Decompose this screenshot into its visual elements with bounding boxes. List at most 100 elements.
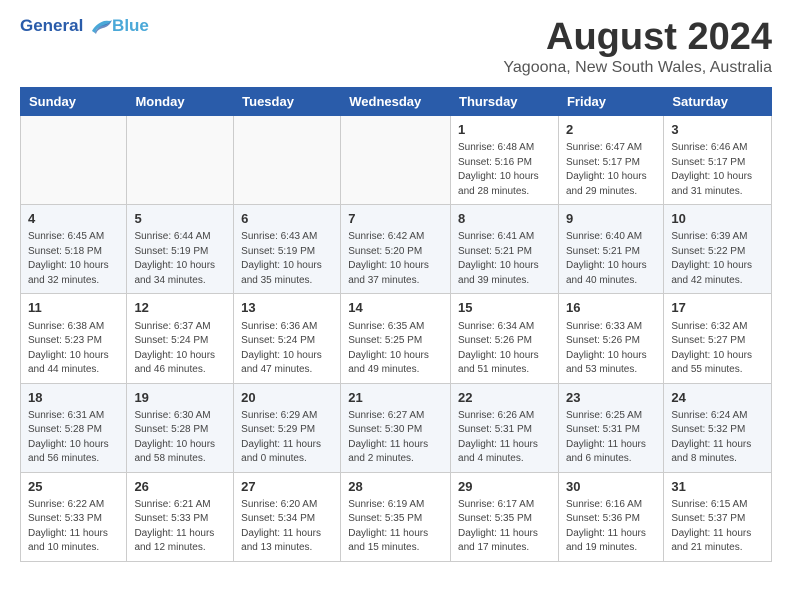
day-info: Sunrise: 6:24 AM Sunset: 5:32 PM Dayligh… [671, 409, 764, 467]
title-section: August 2024 Yagoona, New South Wales, Au… [503, 16, 772, 77]
day-number: 11 [28, 299, 119, 317]
day-number: 18 [28, 389, 119, 407]
calendar-cell: 9Sunrise: 6:40 AM Sunset: 5:21 PM Daylig… [558, 205, 663, 294]
calendar-cell [234, 116, 341, 205]
calendar-cell: 16 Sunrise: 6:33 AM Sunset: 5:26 PM Dayli… [558, 294, 663, 383]
day-number: 28 [348, 478, 443, 496]
day-info: Sunrise: 6:37 AM Sunset: 5:24 PM Dayligh… [134, 320, 226, 378]
logo-blue: Blue [112, 16, 149, 35]
day-number: 16 [566, 299, 656, 317]
day-info: Sunrise: 6:20 AM Sunset: 5:34 PM Dayligh… [241, 498, 333, 556]
day-number: 15 [458, 299, 551, 317]
day-info: Sunrise: 6:27 AM Sunset: 5:30 PM Dayligh… [348, 409, 443, 467]
day-number: 8 [458, 210, 551, 228]
day-number: 24 [671, 389, 764, 407]
day-info: Sunrise: 6:38 AM Sunset: 5:23 PM Dayligh… [28, 320, 119, 378]
day-info: Sunrise: 6:35 AM Sunset: 5:25 PM Dayligh… [348, 320, 443, 378]
day-info: Sunrise: 6:30 AM Sunset: 5:28 PM Dayligh… [134, 409, 226, 467]
day-info: Sunrise: 6:34 AM Sunset: 5:26 PM Dayligh… [458, 320, 551, 378]
day-info: Sunrise: 6:46 AM Sunset: 5:17 PM Dayligh… [671, 141, 764, 199]
day-number: 29 [458, 478, 551, 496]
day-info: Sunrise: 6:16 AM Sunset: 5:36 PM Dayligh… [566, 498, 656, 556]
day-info: Sunrise: 6:25 AM Sunset: 5:31 PM Dayligh… [566, 409, 656, 467]
day-number: 27 [241, 478, 333, 496]
calendar-cell: 2 Sunrise: 6:47 AM Sunset: 5:17 PM Daylig… [558, 116, 663, 205]
day-number: 30 [566, 478, 656, 496]
day-number: 3 [671, 121, 764, 139]
day-number: 20 [241, 389, 333, 407]
calendar-cell: 3 Sunrise: 6:46 AM Sunset: 5:17 PM Daylig… [664, 116, 772, 205]
day-number: 9 [566, 210, 656, 228]
day-number: 6 [241, 210, 333, 228]
day-number: 7 [348, 210, 443, 228]
day-info: Sunrise: 6:21 AM Sunset: 5:33 PM Dayligh… [134, 498, 226, 556]
day-info: Sunrise: 6:36 AM Sunset: 5:24 PM Dayligh… [241, 320, 333, 378]
column-header-wednesday: Wednesday [341, 88, 451, 116]
calendar-cell: 27 Sunrise: 6:20 AM Sunset: 5:34 PM Dayli… [234, 472, 341, 561]
calendar-cell: 30 Sunrise: 6:16 AM Sunset: 5:36 PM Dayli… [558, 472, 663, 561]
calendar-cell: 15 Sunrise: 6:34 AM Sunset: 5:26 PM Dayli… [451, 294, 559, 383]
day-number: 31 [671, 478, 764, 496]
calendar-cell: 5 Sunrise: 6:44 AM Sunset: 5:19 PM Daylig… [127, 205, 234, 294]
day-info: Sunrise: 6:39 AM Sunset: 5:22 PM Dayligh… [671, 230, 764, 288]
day-number: 14 [348, 299, 443, 317]
column-header-saturday: Saturday [664, 88, 772, 116]
day-info: Sunrise: 6:15 AM Sunset: 5:37 PM Dayligh… [671, 498, 764, 556]
calendar-week-row: 25 Sunrise: 6:22 AM Sunset: 5:33 PM Dayli… [21, 472, 772, 561]
day-info: Sunrise: 6:47 AM Sunset: 5:17 PM Dayligh… [566, 141, 656, 199]
calendar-cell: 21Sunrise: 6:27 AM Sunset: 5:30 PM Dayli… [341, 383, 451, 472]
calendar-table: SundayMondayTuesdayWednesdayThursdayFrid… [20, 87, 772, 562]
calendar-cell: 12 Sunrise: 6:37 AM Sunset: 5:24 PM Dayli… [127, 294, 234, 383]
day-info: Sunrise: 6:33 AM Sunset: 5:26 PM Dayligh… [566, 320, 656, 378]
day-info: Sunrise: 6:43 AM Sunset: 5:19 PM Dayligh… [241, 230, 333, 288]
day-info: Sunrise: 6:26 AM Sunset: 5:31 PM Dayligh… [458, 409, 551, 467]
day-info: Sunrise: 6:29 AM Sunset: 5:29 PM Dayligh… [241, 409, 333, 467]
day-info: Sunrise: 6:22 AM Sunset: 5:33 PM Dayligh… [28, 498, 119, 556]
calendar-cell: 31 Sunrise: 6:15 AM Sunset: 5:37 PM Dayli… [664, 472, 772, 561]
calendar-cell: 6 Sunrise: 6:43 AM Sunset: 5:19 PM Daylig… [234, 205, 341, 294]
day-info: Sunrise: 6:48 AM Sunset: 5:16 PM Dayligh… [458, 141, 551, 199]
calendar-cell: 22 Sunrise: 6:26 AM Sunset: 5:31 PM Dayli… [451, 383, 559, 472]
calendar-cell: 10 Sunrise: 6:39 AM Sunset: 5:22 PM Dayli… [664, 205, 772, 294]
calendar-cell: 20 Sunrise: 6:29 AM Sunset: 5:29 PM Dayli… [234, 383, 341, 472]
column-header-sunday: Sunday [21, 88, 127, 116]
calendar-cell: 23 Sunrise: 6:25 AM Sunset: 5:31 PM Dayli… [558, 383, 663, 472]
calendar-cell [21, 116, 127, 205]
day-number: 5 [134, 210, 226, 228]
day-number: 23 [566, 389, 656, 407]
logo-general: General [20, 16, 83, 35]
day-number: 10 [671, 210, 764, 228]
day-number: 1 [458, 121, 551, 139]
day-number: 4 [28, 210, 119, 228]
day-info: Sunrise: 6:31 AM Sunset: 5:28 PM Dayligh… [28, 409, 119, 467]
calendar-cell: 24 Sunrise: 6:24 AM Sunset: 5:32 PM Dayli… [664, 383, 772, 472]
calendar-cell: 11 Sunrise: 6:38 AM Sunset: 5:23 PM Dayli… [21, 294, 127, 383]
day-info: Sunrise: 6:45 AM Sunset: 5:18 PM Dayligh… [28, 230, 119, 288]
calendar-cell: 18 Sunrise: 6:31 AM Sunset: 5:28 PM Dayli… [21, 383, 127, 472]
calendar-header-row: SundayMondayTuesdayWednesdayThursdayFrid… [21, 88, 772, 116]
calendar-cell: 13Sunrise: 6:36 AM Sunset: 5:24 PM Dayli… [234, 294, 341, 383]
calendar-week-row: 18 Sunrise: 6:31 AM Sunset: 5:28 PM Dayli… [21, 383, 772, 472]
day-info: Sunrise: 6:44 AM Sunset: 5:19 PM Dayligh… [134, 230, 226, 288]
day-number: 12 [134, 299, 226, 317]
calendar-body: 1 Sunrise: 6:48 AM Sunset: 5:16 PM Daylig… [21, 116, 772, 562]
day-number: 2 [566, 121, 656, 139]
column-header-monday: Monday [127, 88, 234, 116]
day-number: 17 [671, 299, 764, 317]
logo: General Blue [20, 16, 149, 36]
day-number: 22 [458, 389, 551, 407]
column-header-thursday: Thursday [451, 88, 559, 116]
calendar-cell: 14 Sunrise: 6:35 AM Sunset: 5:25 PM Dayli… [341, 294, 451, 383]
calendar-cell: 8Sunrise: 6:41 AM Sunset: 5:21 PM Daylig… [451, 205, 559, 294]
calendar-cell [341, 116, 451, 205]
calendar-cell: 4 Sunrise: 6:45 AM Sunset: 5:18 PM Daylig… [21, 205, 127, 294]
calendar-cell: 1 Sunrise: 6:48 AM Sunset: 5:16 PM Daylig… [451, 116, 559, 205]
calendar-cell [127, 116, 234, 205]
logo-bird-icon [90, 17, 112, 35]
calendar-cell: 25 Sunrise: 6:22 AM Sunset: 5:33 PM Dayli… [21, 472, 127, 561]
calendar-week-row: 11 Sunrise: 6:38 AM Sunset: 5:23 PM Dayli… [21, 294, 772, 383]
day-number: 25 [28, 478, 119, 496]
day-info: Sunrise: 6:32 AM Sunset: 5:27 PM Dayligh… [671, 320, 764, 378]
day-number: 19 [134, 389, 226, 407]
calendar-cell: 19 Sunrise: 6:30 AM Sunset: 5:28 PM Dayli… [127, 383, 234, 472]
